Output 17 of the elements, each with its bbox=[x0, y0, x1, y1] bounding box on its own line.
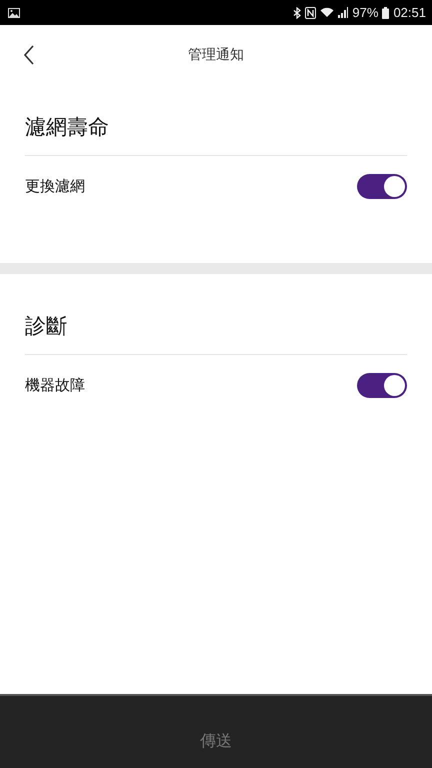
battery-icon bbox=[382, 6, 390, 18]
toggle-switch[interactable] bbox=[357, 372, 407, 398]
setting-label: 更換濾網 bbox=[25, 176, 85, 196]
wifi-icon bbox=[320, 7, 334, 18]
battery-percentage: 97% bbox=[352, 5, 378, 20]
clock: 02:51 bbox=[393, 5, 426, 20]
section-title: 濾網壽命 bbox=[25, 85, 407, 156]
toggle-switch[interactable] bbox=[357, 174, 407, 198]
back-icon bbox=[24, 45, 34, 65]
section-title: 診斷 bbox=[25, 284, 407, 355]
signal-icon bbox=[338, 7, 348, 18]
image-icon bbox=[8, 8, 20, 18]
nfc-icon bbox=[305, 6, 316, 18]
setting-label: 機器故障 bbox=[25, 376, 85, 394]
page-title: 管理通知 bbox=[188, 46, 244, 64]
back-button[interactable] bbox=[24, 45, 34, 65]
bluetooth-icon bbox=[293, 6, 302, 18]
